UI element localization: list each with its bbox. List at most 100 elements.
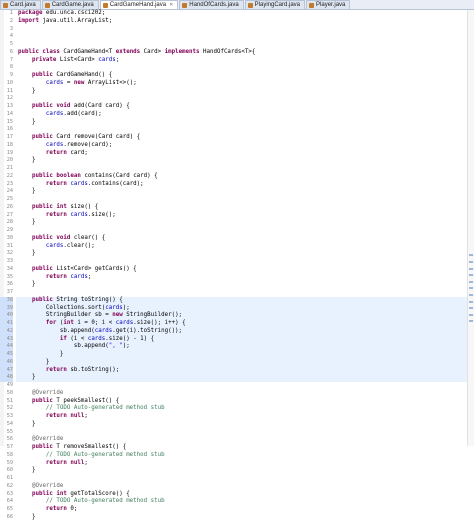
code-line[interactable]: 55 (7, 429, 468, 437)
overview-mark[interactable] (469, 274, 473, 277)
code-line[interactable]: 41 for (int i = 0; i < cards.size(); i++… (0, 320, 468, 328)
java-file-icon (182, 2, 188, 8)
overview-mark[interactable] (469, 294, 473, 297)
code-line[interactable]: 2 import java.util.ArrayList; (10, 18, 468, 26)
tab-cardgame[interactable]: CardGame.java (41, 0, 99, 9)
code-line[interactable]: 6 public class CardGameHand<T extends Car… (10, 49, 468, 57)
code-line[interactable]: 14 cards.add(card); (7, 111, 468, 119)
code-line[interactable]: 25 (7, 196, 468, 204)
code-area[interactable]: 1 package edu.unca.csci202; 2 import java.u… (0, 10, 468, 522)
tab-player[interactable]: Player.java (306, 0, 351, 9)
code-line[interactable]: 26 public int size() { (7, 204, 468, 212)
code-line[interactable]: 29 (7, 227, 468, 235)
code-line[interactable]: 30 public void clear() { (7, 235, 468, 243)
code-line[interactable]: 33 (7, 258, 468, 266)
tab-playingcard[interactable]: PlayingCard.java (244, 0, 306, 9)
code-line[interactable]: 58 // TODO Auto-generated method stub (7, 452, 468, 460)
code-line[interactable]: 62 @Override (7, 483, 468, 491)
code-line[interactable]: 64 // TODO Auto-generated method stub (7, 498, 468, 506)
tab-label: CardGame.java (51, 2, 94, 8)
code-line[interactable]: 3 (10, 26, 468, 34)
overview-mark[interactable] (469, 267, 473, 270)
code-line[interactable]: 10 cards = new ArrayList<>(); (7, 80, 468, 88)
overview-mark[interactable] (469, 300, 473, 303)
code-line[interactable]: 43 if (i < cards.size() - 1) { (0, 335, 468, 344)
code-token: .size() - 1) { (105, 335, 155, 342)
code-line[interactable]: 32 } (7, 250, 468, 258)
code-line[interactable]: 7 private List<Card> cards; (10, 57, 468, 65)
code-line[interactable]: 63 public int getTotalScore() { (7, 491, 468, 499)
code-line[interactable]: 16 (7, 126, 468, 134)
overview-mark[interactable] (469, 307, 473, 310)
code-line[interactable]: 53 return null; (7, 413, 468, 421)
code-line[interactable]: 8 (10, 64, 468, 72)
tab-handofcards[interactable]: HandOfCards.java (179, 0, 244, 9)
code-line[interactable]: 54 } (7, 421, 468, 429)
code-line[interactable]: 56 @Override (7, 436, 468, 444)
code-line[interactable]: 1 package edu.unca.csci202; (10, 10, 468, 18)
code-line[interactable]: 50 @Override (7, 390, 468, 398)
code-line[interactable]: 28 } (7, 219, 468, 227)
line-number: 33 (6, 258, 13, 264)
code-line[interactable]: 17 public Card remove(Card card) { (7, 134, 468, 142)
overview-mark[interactable] (469, 280, 473, 283)
code-line[interactable]: 36 } (7, 281, 468, 289)
code-line[interactable]: 15 } (7, 119, 468, 127)
code-line[interactable]: 31 cards.clear(); (7, 243, 468, 251)
code-line[interactable]: 51 public T peekSmallest() { (7, 397, 468, 406)
code-token: .get(i).toString()); (112, 327, 183, 334)
tab-cardgamehand[interactable]: CardGameHand.java ✕ (99, 0, 179, 9)
code-line[interactable]: 27 return cards.size(); (7, 212, 468, 220)
code-line[interactable]: 66 } (7, 514, 468, 522)
code-line[interactable]: 49 (7, 382, 468, 390)
code-line[interactable]: 42 sb.append(cards.get(i).toString()); (0, 327, 468, 336)
overview-mark[interactable] (469, 313, 473, 316)
code-line[interactable]: 13 public void add(Card card) { (7, 103, 468, 111)
code-token: 0; (70, 506, 78, 512)
overview-mark[interactable] (469, 287, 473, 290)
code-line[interactable]: 60 } (7, 467, 468, 475)
code-token: // TODO Auto-generated method stub (45, 498, 165, 505)
line-number: 19 (6, 149, 13, 156)
tab-card[interactable]: Card.java (0, 0, 41, 9)
overview-mark[interactable] (469, 320, 473, 323)
code-line[interactable]: 39 Collections.sort(cards); (0, 304, 468, 313)
code-token: T peekSmallest() { (56, 397, 120, 404)
code-line[interactable]: 11 } (7, 88, 468, 96)
code-line[interactable]: 45 } (0, 351, 468, 359)
code-token: sb.toString(); (70, 366, 120, 373)
code-line[interactable]: 65 return 0; (7, 506, 468, 514)
overview-mark[interactable] (469, 254, 473, 257)
code-line[interactable]: 37 (7, 289, 468, 297)
code-line[interactable]: 21 (7, 165, 468, 173)
code-line[interactable]: 9 public CardGameHand() { (10, 72, 468, 80)
overview-mark[interactable] (469, 261, 473, 264)
code-line[interactable]: 46 } (0, 358, 468, 367)
code-line[interactable]: 48 } (0, 374, 468, 382)
code-line[interactable]: 12 (7, 95, 468, 103)
close-tab-icon[interactable]: ✕ (169, 2, 173, 8)
code-line[interactable]: 4 (10, 33, 468, 41)
code-line[interactable]: 52 // TODO Auto-generated method stub (7, 405, 468, 413)
code-line[interactable]: 47 return sb.toString(); (0, 366, 468, 375)
code-line[interactable]: 57 public T removeSmallest() { (7, 444, 468, 452)
code-line[interactable]: 44 sb.append(", "); (0, 343, 468, 351)
code-line[interactable]: 19 return card; (7, 150, 468, 158)
code-line[interactable]: 20 } (7, 157, 468, 165)
code-line[interactable]: 34 public List<Card> getCards() { (7, 266, 468, 274)
line-number: 29 (6, 227, 13, 233)
code-line[interactable]: 40 StringBuilder sb = new StringBuilder(… (0, 312, 468, 320)
code-line[interactable]: 24 } (7, 188, 468, 196)
code-editor[interactable]: 1 package edu.unca.csci202; 2 import java.u… (0, 10, 474, 520)
code-line[interactable]: 22 public boolean contains(Card card) { (7, 173, 468, 181)
code-line[interactable]: 18 cards.remove(card); (7, 142, 468, 150)
code-line[interactable]: 61 (7, 475, 468, 483)
code-line[interactable]: 59 return null; (7, 460, 468, 468)
code-line[interactable]: 35 return cards; (7, 274, 468, 282)
line-number: 66 (6, 513, 13, 520)
overview-ruler[interactable] (467, 10, 474, 446)
code-text: public class CardGameHand<T extends Card… (18, 49, 255, 57)
code-line[interactable]: 38 public String toString() { (0, 296, 468, 305)
code-line[interactable]: 23 return cards.contains(card); (7, 181, 468, 189)
code-line[interactable]: 5 (10, 41, 468, 49)
